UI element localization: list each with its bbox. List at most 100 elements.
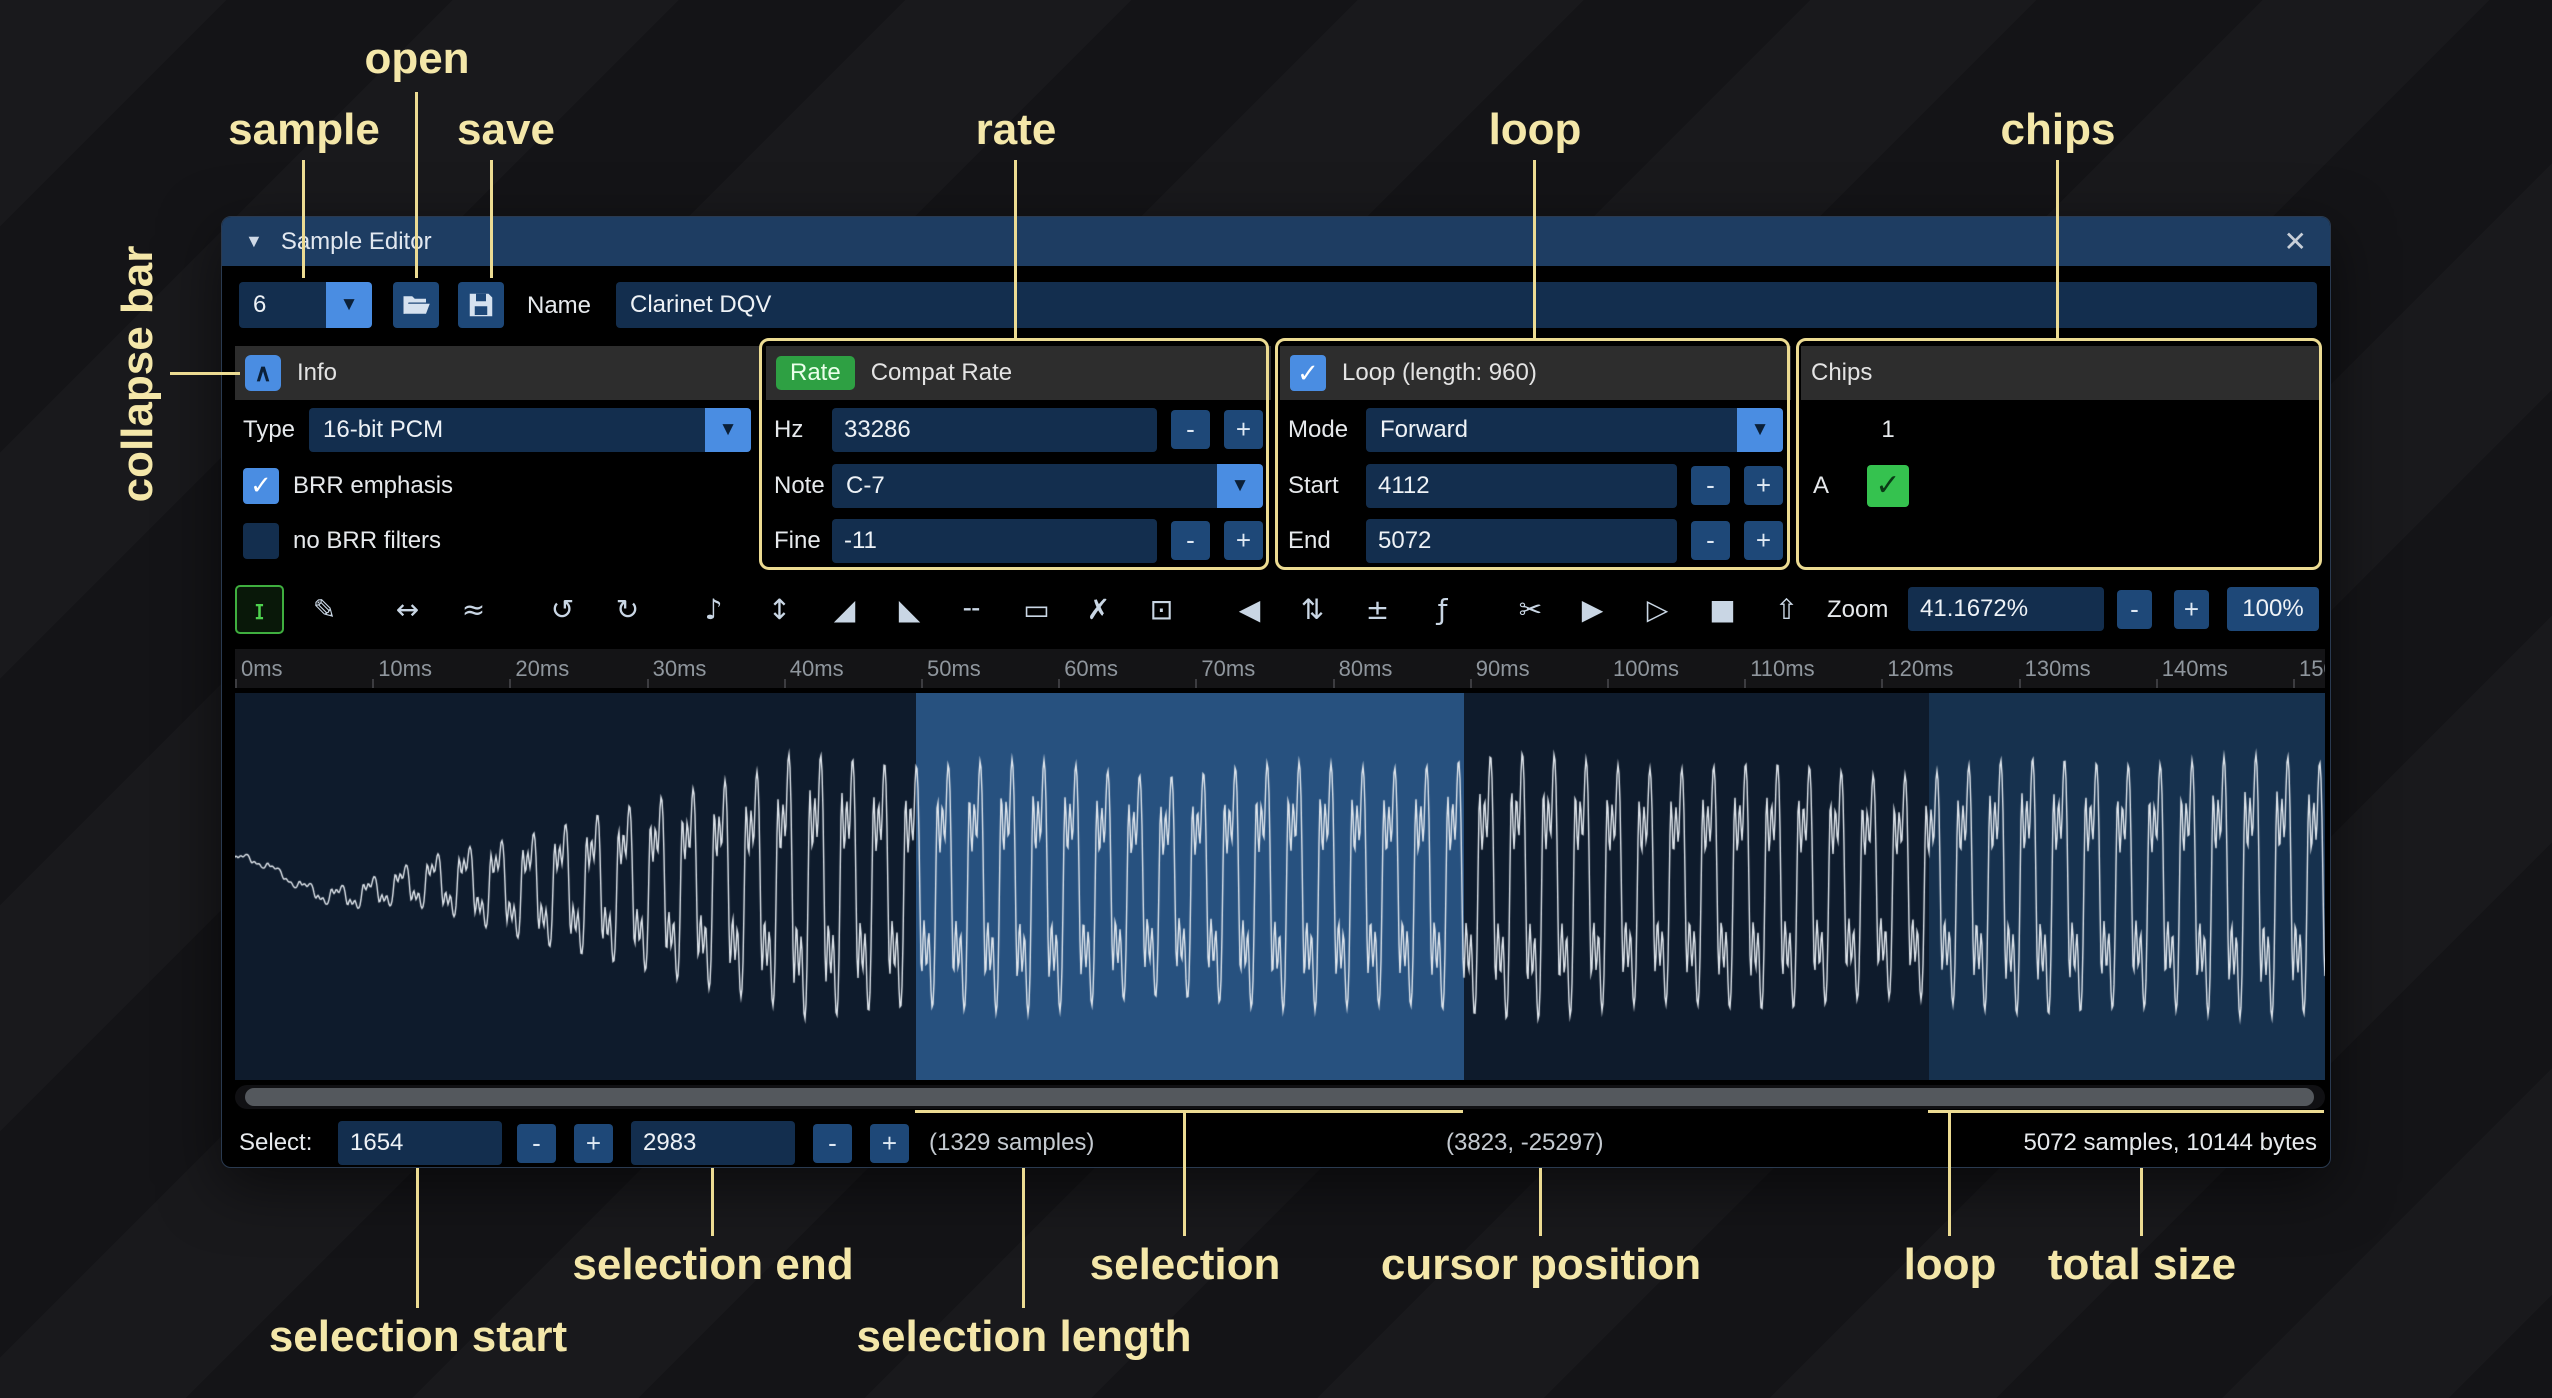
trim-button[interactable]: ⊡ — [1137, 585, 1186, 634]
selection-end-minus-button[interactable]: - — [813, 1124, 852, 1163]
fade-in-button[interactable]: ◢ — [820, 585, 869, 634]
selection-end-plus-button[interactable]: + — [870, 1124, 909, 1163]
selection-start-minus-button[interactable]: - — [517, 1124, 556, 1163]
check-icon: ✓ — [1875, 468, 1900, 503]
chevron-down-icon[interactable]: ▼ — [326, 282, 372, 328]
rate-panel-header: Rate Compat Rate — [766, 346, 1271, 400]
horizontal-scrollbar[interactable] — [235, 1085, 2325, 1109]
callout-line-chips — [2056, 160, 2059, 340]
preview-selection-button[interactable]: ▷ — [1633, 585, 1682, 634]
selection-bracket-line — [915, 1110, 1463, 1113]
ruler-label: 30ms — [653, 656, 707, 682]
annotation-cursor-position: cursor position — [1381, 1240, 1701, 1290]
selection-start-input[interactable]: 1654 — [338, 1121, 502, 1165]
ruler-label: 40ms — [790, 656, 844, 682]
note-select[interactable]: C-7 ▼ — [832, 464, 1263, 508]
brr-emphasis-checkbox[interactable]: ✓ — [243, 468, 279, 504]
titlebar[interactable]: ▼ Sample Editor ✕ — [222, 217, 2330, 266]
loop-start-input[interactable]: 4112 — [1366, 464, 1677, 508]
zoom-in-button[interactable]: + — [2174, 590, 2209, 629]
make-wavetable-button[interactable]: ⇧ — [1762, 585, 1811, 634]
normalize-button[interactable]: ↕ — [755, 585, 804, 634]
apply-silence-button[interactable]: ▭ — [1012, 585, 1061, 634]
resample-button[interactable]: ≈ — [449, 585, 498, 634]
callout-line-total-size — [2140, 1168, 2143, 1236]
filter-button[interactable]: ƒ — [1418, 585, 1467, 634]
hz-input[interactable]: 33286 — [832, 408, 1157, 452]
type-select[interactable]: 16-bit PCM ▼ — [309, 408, 751, 452]
stop-preview-button[interactable]: ■ — [1698, 585, 1747, 634]
selection-start-plus-button[interactable]: + — [574, 1124, 613, 1163]
save-button[interactable] — [458, 282, 504, 328]
info-panel-header[interactable]: ∧ Info — [235, 346, 759, 400]
loop-start-minus-button[interactable]: - — [1691, 466, 1730, 505]
selection-end-input[interactable]: 2983 — [631, 1121, 795, 1165]
fade-out-button[interactable]: ◣ — [885, 585, 934, 634]
annotation-selection-end: selection end — [572, 1240, 853, 1290]
invert-button[interactable]: ⇅ — [1288, 585, 1337, 634]
rate-panel: Rate Compat Rate Hz 33286 - + Note C-7 ▼… — [766, 346, 1271, 564]
mode-label: Mode — [1288, 416, 1352, 444]
loop-start-plus-button[interactable]: + — [1744, 466, 1783, 505]
select-mode-button[interactable]: ɪ — [235, 585, 284, 634]
ruler-tick — [509, 679, 511, 688]
crossfade-button[interactable]: ✂ — [1506, 585, 1555, 634]
fine-minus-button[interactable]: - — [1171, 521, 1210, 560]
loop-mode-select[interactable]: Forward ▼ — [1366, 408, 1783, 452]
annotation-collapse-bar: collapse bar — [113, 246, 163, 503]
ruler-tick — [1607, 679, 1609, 688]
insert-silence-button[interactable]: ╌ — [947, 585, 996, 634]
hz-label: Hz — [774, 416, 818, 444]
ruler-tick — [1744, 679, 1746, 688]
note-label: Note — [774, 472, 818, 500]
zoom-input[interactable]: 41.1672% — [1908, 587, 2104, 631]
collapse-window-icon[interactable]: ▼ — [245, 231, 263, 252]
loop-end-plus-button[interactable]: + — [1744, 521, 1783, 560]
callout-line-save — [490, 160, 493, 278]
loop-mode-value: Forward — [1366, 408, 1737, 452]
reverse-button[interactable]: ◀ — [1225, 585, 1274, 634]
amplify-button[interactable]: ♪ — [689, 585, 738, 634]
zoom-out-button[interactable]: - — [2117, 590, 2152, 629]
waveform-canvas[interactable] — [235, 693, 2325, 1080]
ruler[interactable]: 0ms10ms20ms30ms40ms50ms60ms70ms80ms90ms1… — [235, 649, 2325, 688]
preview-button[interactable]: ▶ — [1568, 585, 1617, 634]
callout-line-sample — [302, 160, 305, 278]
callout-line-open — [415, 92, 418, 278]
hz-plus-button[interactable]: + — [1224, 410, 1263, 449]
fine-input[interactable]: -11 — [832, 519, 1157, 563]
waveform-view[interactable] — [235, 693, 2325, 1080]
collapse-bar-button[interactable]: ∧ — [245, 355, 281, 391]
open-button[interactable] — [393, 282, 439, 328]
delete-button[interactable]: ✗ — [1074, 585, 1123, 634]
chip-enable-checkbox[interactable]: ✓ — [1867, 465, 1909, 507]
chevron-down-icon[interactable]: ▼ — [1737, 408, 1783, 452]
zoom-reset-button[interactable]: 100% — [2227, 587, 2319, 631]
ruler-tick — [372, 679, 374, 688]
annotation-selection-length: selection length — [857, 1312, 1192, 1362]
annotation-chips: chips — [2001, 105, 2116, 155]
loop-end-input[interactable]: 5072 — [1366, 519, 1677, 563]
chips-panel: Chips 1 A ✓ — [1801, 346, 2319, 564]
ruler-label: 120ms — [1887, 656, 1953, 682]
hz-minus-button[interactable]: - — [1171, 410, 1210, 449]
scrollbar-thumb[interactable] — [245, 1088, 2314, 1106]
sample-select[interactable]: 6 ▼ — [239, 282, 372, 328]
ruler-label: 60ms — [1064, 656, 1118, 682]
chip-row-label: A — [1813, 472, 1829, 500]
loop-end-minus-button[interactable]: - — [1691, 521, 1730, 560]
resize-button[interactable]: ↔ — [383, 585, 432, 634]
rate-panel-title: Compat Rate — [871, 359, 1012, 387]
redo-button[interactable]: ↻ — [603, 585, 652, 634]
undo-button[interactable]: ↺ — [538, 585, 587, 634]
draw-mode-button[interactable]: ✎ — [300, 585, 349, 634]
fine-plus-button[interactable]: + — [1224, 521, 1263, 560]
no-brr-filters-checkbox[interactable] — [243, 523, 279, 559]
sign-button[interactable]: ± — [1353, 585, 1402, 634]
loop-enable-checkbox[interactable]: ✓ — [1290, 355, 1326, 391]
chevron-down-icon[interactable]: ▼ — [705, 408, 751, 452]
folder-open-icon — [401, 290, 431, 320]
chevron-down-icon[interactable]: ▼ — [1217, 464, 1263, 508]
close-icon[interactable]: ✕ — [2284, 225, 2307, 258]
name-input[interactable]: Clarinet DQV — [616, 282, 2317, 328]
